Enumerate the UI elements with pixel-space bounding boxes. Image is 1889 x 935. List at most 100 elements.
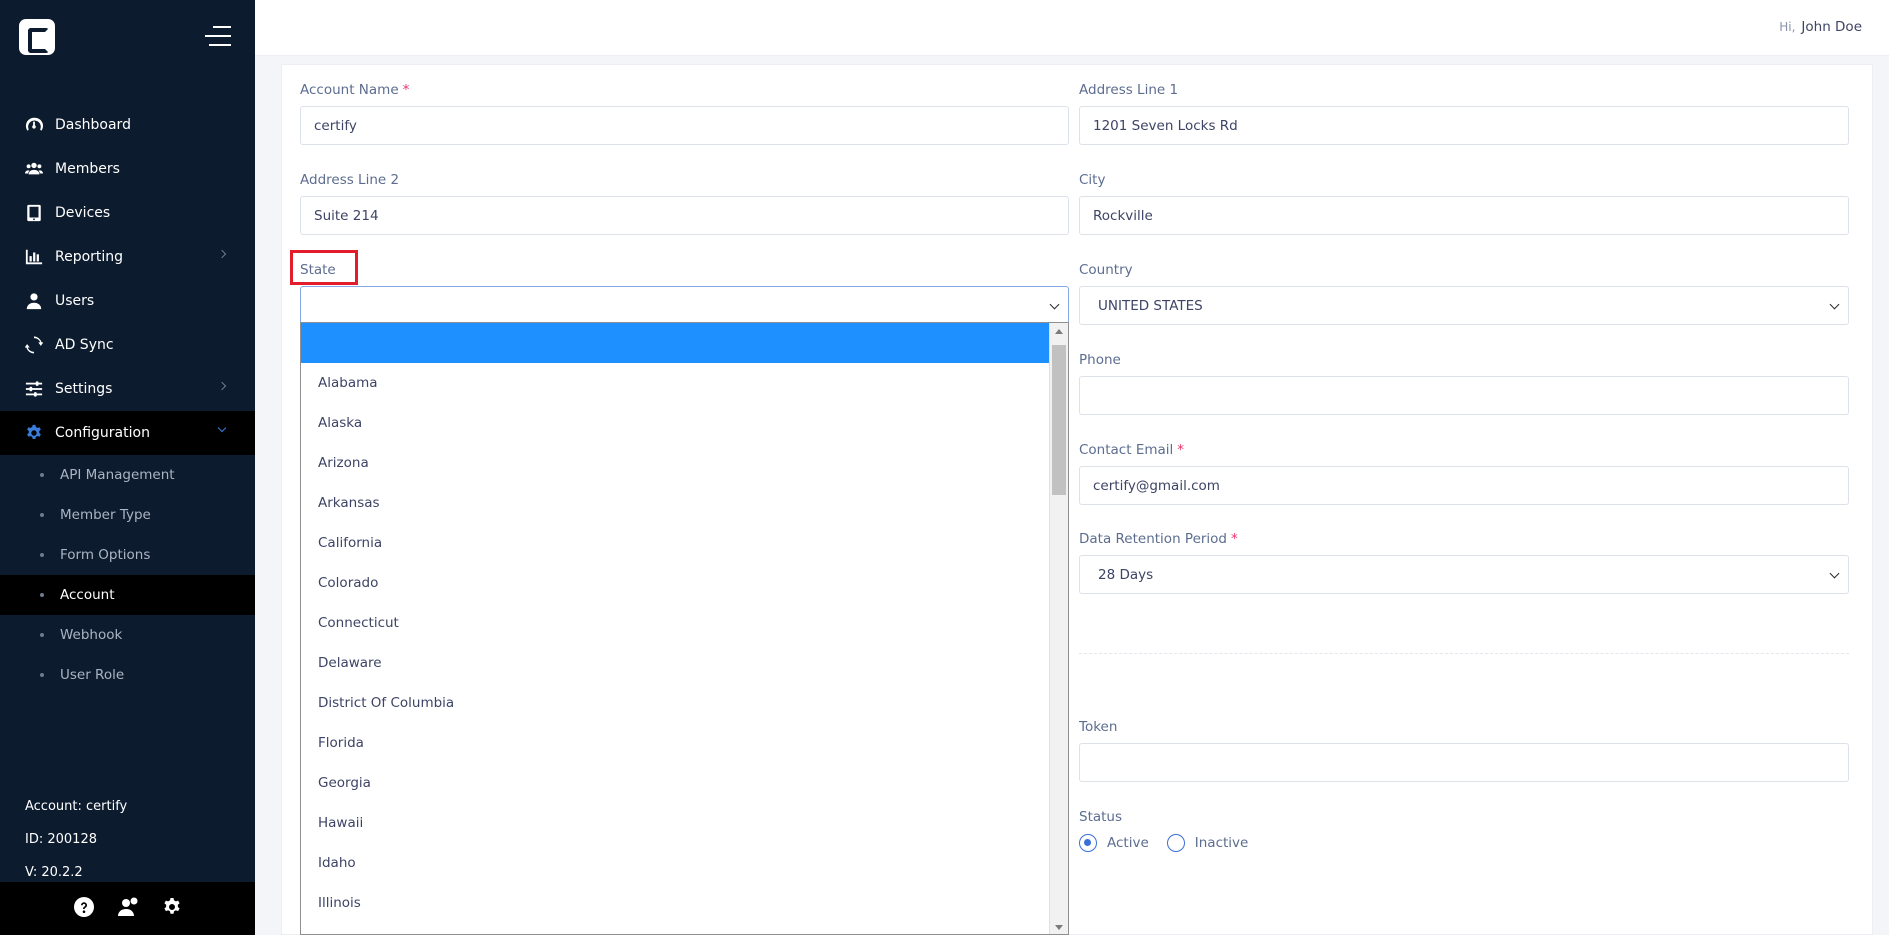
state-option[interactable]: California <box>301 523 1049 563</box>
gear-icon[interactable] <box>162 897 182 921</box>
sync-icon <box>25 336 43 354</box>
sidebar-item-label: Reporting <box>55 249 124 265</box>
menu-toggle-icon[interactable] <box>205 26 231 46</box>
sidebar-item-label: Settings <box>55 381 113 397</box>
token-input[interactable] <box>1079 743 1849 782</box>
address-line-2-label: Address Line 2 <box>300 172 400 188</box>
country-select-value: UNITED STATES <box>1098 297 1203 314</box>
data-retention-select[interactable]: 28 Days <box>1079 555 1849 594</box>
sidebar-item-members[interactable]: Members <box>0 147 255 191</box>
state-option[interactable]: Connecticut <box>301 603 1049 643</box>
country-label: Country <box>1079 262 1133 278</box>
subnav-item-webhook[interactable]: Webhook <box>0 615 255 655</box>
state-option[interactable]: Hawaii <box>301 803 1049 843</box>
scroll-down-icon[interactable] <box>1055 925 1063 930</box>
subnav-label: Account <box>60 587 115 603</box>
sidebar-item-label: Dashboard <box>55 117 131 133</box>
chevron-down-icon <box>1829 568 1840 579</box>
phone-label: Phone <box>1079 352 1121 368</box>
state-options: Alabama Alaska Arizona Arkansas California Co… <box>301 323 1049 923</box>
subnav-item-account[interactable]: Account <box>0 575 255 615</box>
sidebar-item-settings[interactable]: Settings <box>0 367 255 411</box>
city-label: City <box>1079 172 1106 188</box>
logo-icon[interactable] <box>19 19 55 55</box>
state-option[interactable]: Florida <box>301 723 1049 763</box>
status-inactive-label[interactable]: Inactive <box>1195 835 1249 851</box>
scrollbar-thumb[interactable] <box>1052 345 1066 495</box>
sidebar-item-devices[interactable]: Devices <box>0 191 255 235</box>
state-option[interactable]: Arkansas <box>301 483 1049 523</box>
state-select[interactable] <box>300 286 1069 325</box>
state-option[interactable]: Illinois <box>301 883 1049 923</box>
subnav-label: Webhook <box>60 627 123 643</box>
subnav-label: Form Options <box>60 547 151 563</box>
help-icon[interactable] <box>73 896 94 921</box>
address-line-1-label: Address Line 1 <box>1079 82 1179 98</box>
state-option[interactable] <box>301 323 1049 363</box>
phone-input[interactable] <box>1079 376 1849 415</box>
sidebar-footer <box>0 882 255 935</box>
tablet-icon <box>25 204 43 222</box>
city-input[interactable]: Rockville <box>1079 196 1849 235</box>
status-inactive-radio[interactable] <box>1166 834 1185 852</box>
sidebar-item-label: Members <box>55 161 120 177</box>
state-option[interactable]: Colorado <box>301 563 1049 603</box>
data-retention-label: Data Retention Period * <box>1079 531 1238 547</box>
state-label-highlight <box>290 250 358 285</box>
state-option[interactable]: Delaware <box>301 643 1049 683</box>
user-greeting[interactable]: Hi, John Doe <box>1779 19 1862 35</box>
country-select[interactable]: UNITED STATES <box>1079 286 1849 325</box>
gear-icon <box>25 424 43 442</box>
top-header: Hi, John Doe <box>255 0 1889 56</box>
sidebar-item-reporting[interactable]: Reporting <box>0 235 255 279</box>
state-option[interactable]: Arizona <box>301 443 1049 483</box>
account-name-input[interactable]: certify <box>300 106 1069 145</box>
required-marker: * <box>1231 531 1238 547</box>
required-marker: * <box>402 82 410 98</box>
status-label: Status <box>1079 809 1123 825</box>
account-name-line: Account: certify <box>25 799 128 814</box>
user-name: John Doe <box>1801 19 1862 35</box>
state-option[interactable]: Alaska <box>301 403 1049 443</box>
subnav-label: Member Type <box>60 507 151 523</box>
state-option[interactable]: Alabama <box>301 363 1049 403</box>
sidebar: Dashboard Members Devices Reporting User… <box>0 0 255 935</box>
chevron-right-icon <box>217 249 227 259</box>
contact-email-input[interactable]: certify@gmail.com <box>1079 466 1849 505</box>
data-retention-value: 28 Days <box>1098 566 1154 583</box>
status-active-radio[interactable] <box>1079 834 1097 852</box>
sidebar-nav: Dashboard Members Devices Reporting User… <box>0 103 255 695</box>
section-divider <box>1079 653 1849 654</box>
sidebar-item-dashboard[interactable]: Dashboard <box>0 103 255 147</box>
sidebar-item-configuration[interactable]: Configuration <box>0 411 255 455</box>
scroll-up-icon[interactable] <box>1055 329 1063 334</box>
subnav-item-member-type[interactable]: Member Type <box>0 495 255 535</box>
dashboard-icon <box>25 116 43 134</box>
address-line-1-input[interactable]: 1201 Seven Locks Rd <box>1079 106 1849 145</box>
subnav-item-form-options[interactable]: Form Options <box>0 535 255 575</box>
greeting-prefix: Hi, <box>1779 20 1796 34</box>
state-option[interactable]: Georgia <box>301 763 1049 803</box>
subnav-label: API Management <box>60 467 175 483</box>
account-id-line: ID: 200128 <box>25 832 97 847</box>
sidebar-item-ad-sync[interactable]: AD Sync <box>0 323 255 367</box>
sidebar-item-label: Configuration <box>55 425 150 441</box>
state-option[interactable]: Idaho <box>301 843 1049 883</box>
subnav-label: User Role <box>60 667 125 683</box>
required-marker: * <box>1177 442 1185 458</box>
status-active-label[interactable]: Active <box>1107 835 1149 851</box>
sidebar-item-label: Devices <box>55 205 111 221</box>
subnav-item-api-management[interactable]: API Management <box>0 455 255 495</box>
sidebar-item-label: Users <box>55 293 95 309</box>
chevron-down-icon <box>1829 299 1840 310</box>
label-text: Contact Email <box>1079 442 1174 458</box>
subnav-item-user-role[interactable]: User Role <box>0 655 255 695</box>
sidebar-item-users[interactable]: Users <box>0 279 255 323</box>
address-line-2-input[interactable]: Suite 214 <box>300 196 1069 235</box>
account-name-label: Account Name * <box>300 82 409 98</box>
chevron-right-icon <box>217 381 227 391</box>
dropdown-scrollbar[interactable] <box>1049 323 1068 934</box>
state-option[interactable]: District Of Columbia <box>301 683 1049 723</box>
user-support-icon[interactable] <box>117 897 138 921</box>
sidebar-item-label: AD Sync <box>55 337 114 353</box>
